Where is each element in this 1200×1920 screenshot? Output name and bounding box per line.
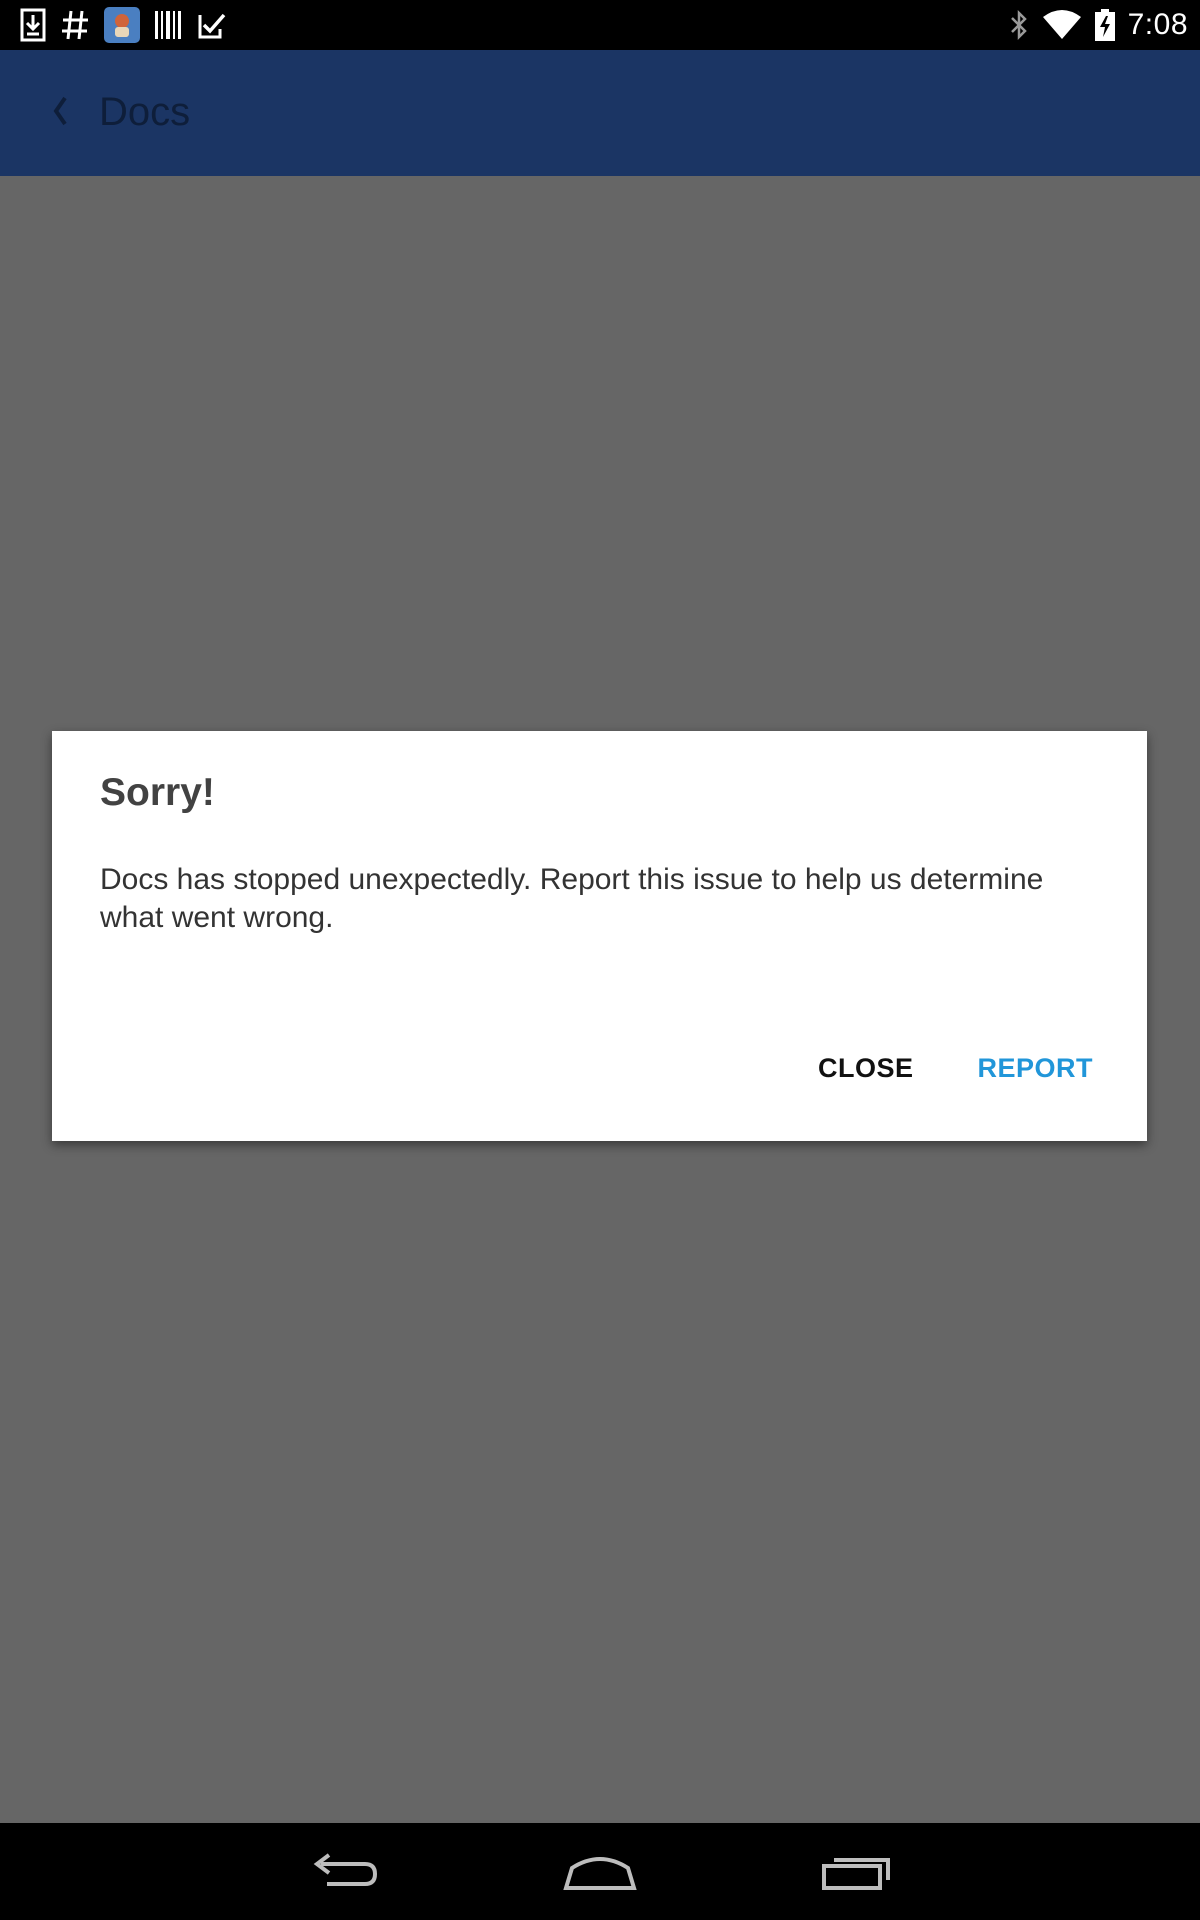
recents-icon[interactable]: [812, 1845, 902, 1899]
home-icon[interactable]: [555, 1845, 645, 1899]
battery-charging-icon: [1094, 8, 1116, 42]
notification-icons: [20, 6, 226, 44]
barcode-icon: [154, 9, 182, 41]
dialog-message: Docs has stopped unexpectedly. Report th…: [100, 863, 1044, 934]
navigation-bar: [0, 1823, 1200, 1920]
dialog-actions: CLOSE REPORT: [806, 1041, 1105, 1096]
bluetooth-icon: [1008, 8, 1030, 42]
app-bar-title: Docs: [99, 90, 191, 134]
close-button[interactable]: CLOSE: [806, 1041, 926, 1096]
error-dialog: Sorry! Docs has stopped unexpectedly. Re…: [52, 731, 1147, 1141]
hashtag-icon: [60, 8, 90, 42]
dialog-title: Sorry!: [100, 771, 215, 814]
app-notification-icon: [104, 7, 140, 43]
download-notification-icon: [20, 8, 46, 42]
wifi-icon: [1042, 9, 1082, 41]
task-check-icon: [196, 9, 226, 41]
chevron-left-icon[interactable]: [50, 94, 70, 133]
screen: 7:08 Docs Sorry! Docs has stopped unexpe…: [0, 0, 1200, 1920]
status-clock: 7:08: [1127, 8, 1188, 41]
system-icons: 7:08: [1008, 6, 1188, 44]
report-button[interactable]: REPORT: [965, 1041, 1105, 1096]
app-bar: Docs: [0, 50, 1200, 176]
back-icon[interactable]: [298, 1845, 388, 1899]
status-bar: 7:08: [0, 0, 1200, 50]
